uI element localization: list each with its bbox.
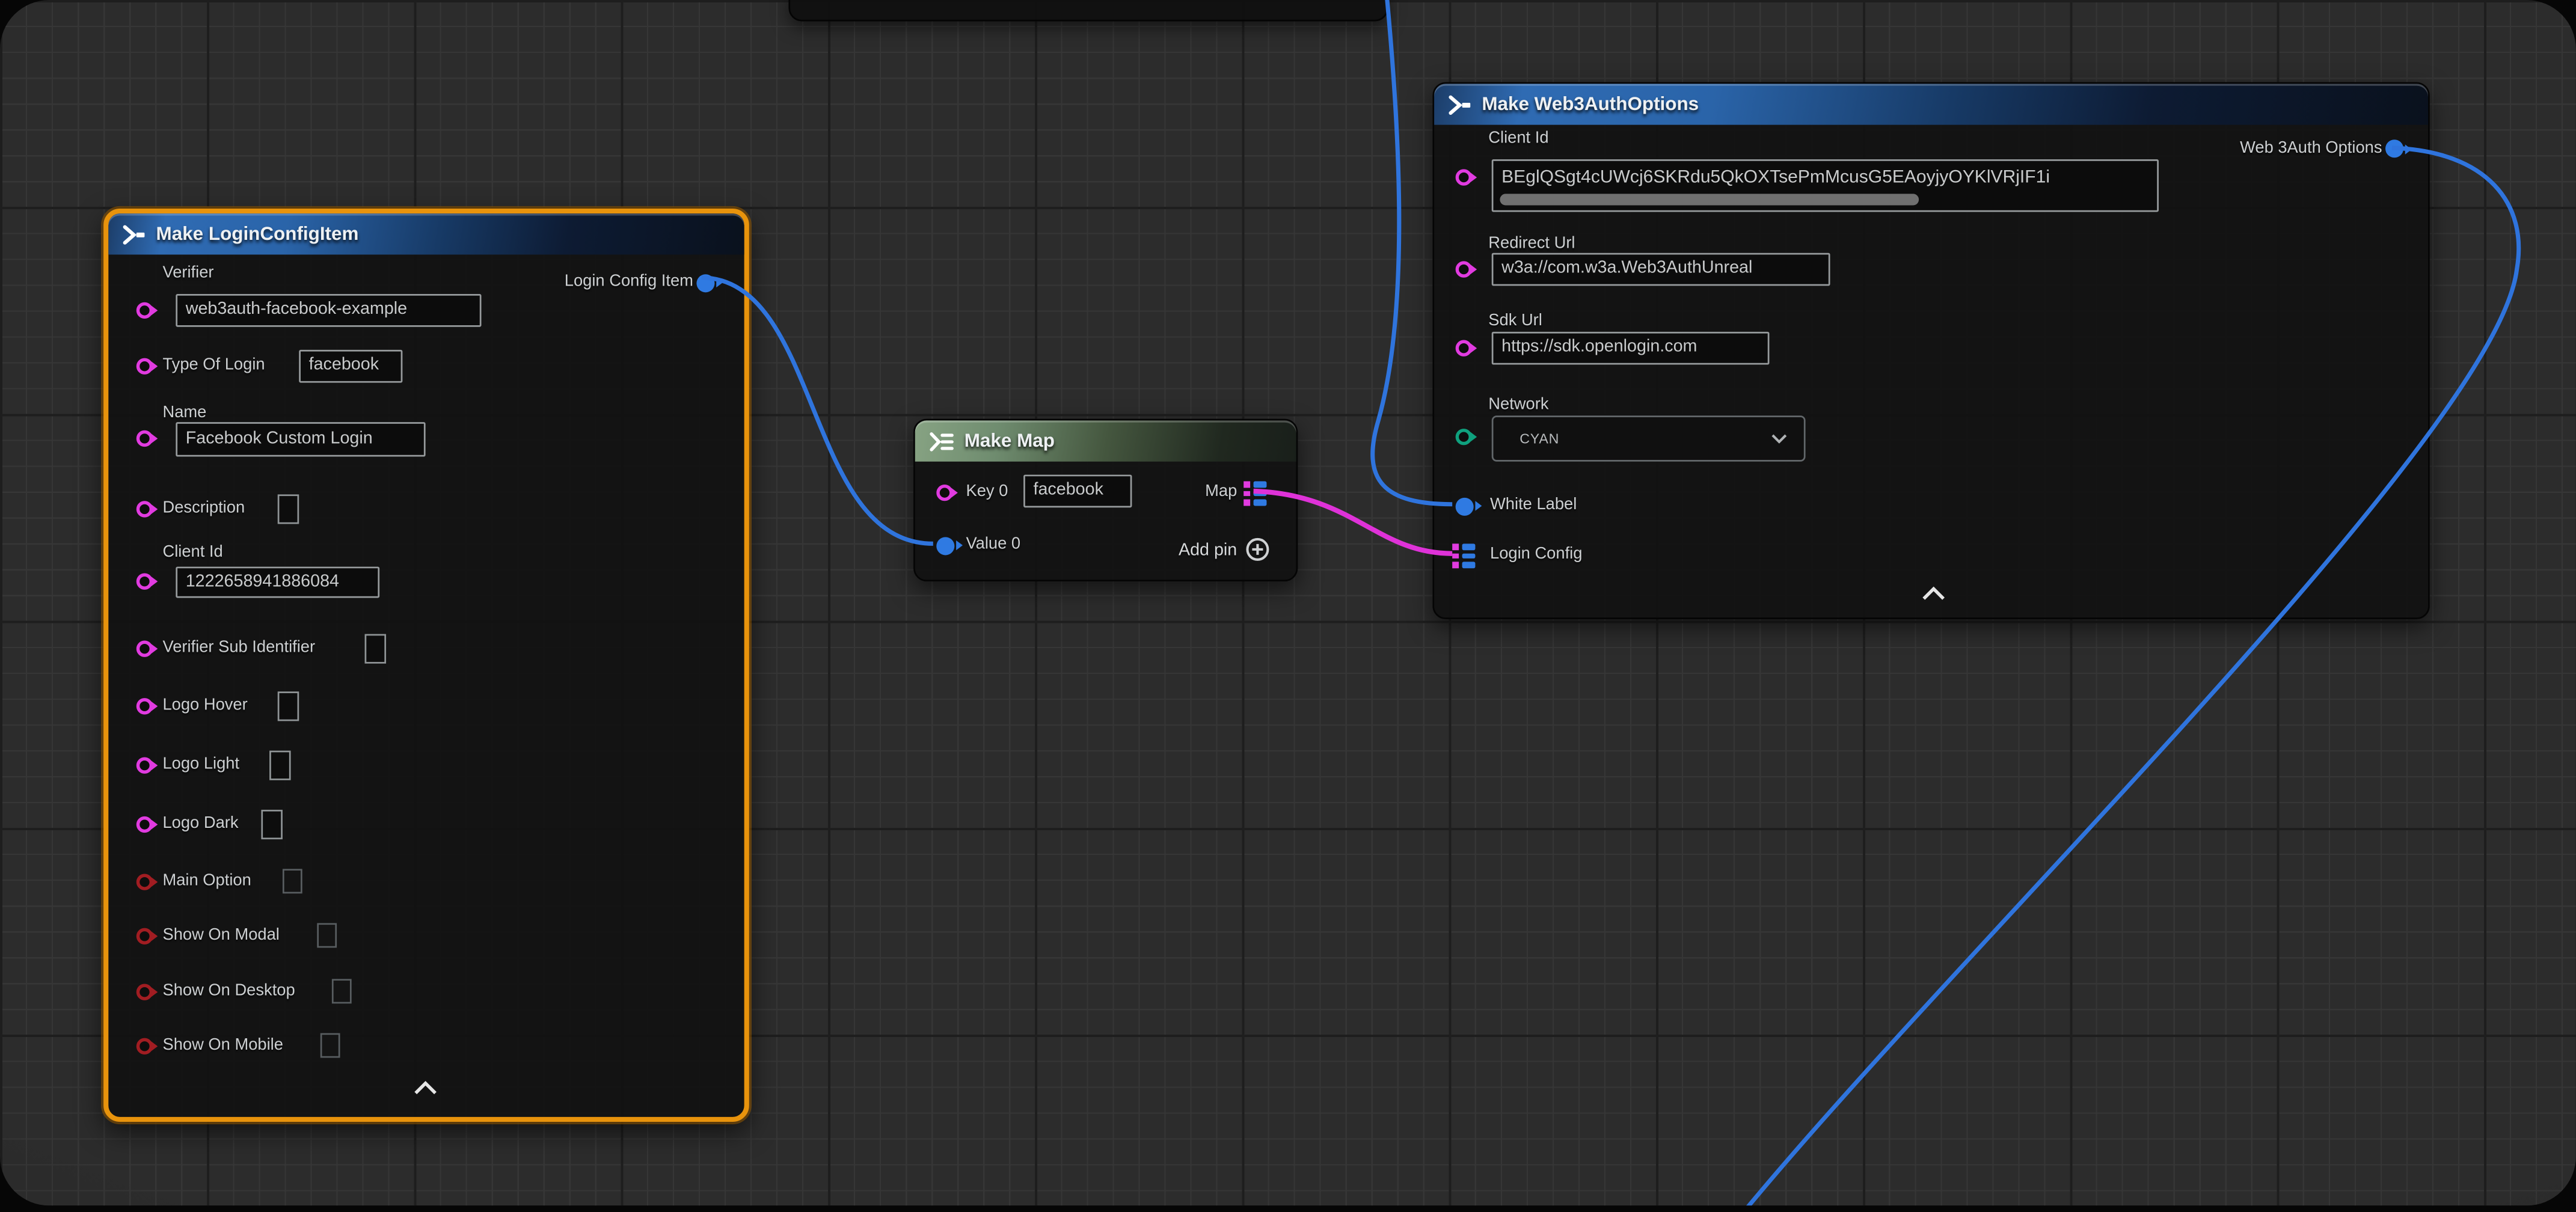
make-struct-icon xyxy=(1447,94,1472,114)
sdk-url-field[interactable]: https://sdk.openlogin.com xyxy=(1492,332,1770,365)
input-pin-show-on-desktop[interactable] xyxy=(136,984,153,1000)
client-id-scrollbar[interactable] xyxy=(1500,194,1919,205)
input-pin-logo-hover[interactable] xyxy=(136,698,153,714)
input-pin-description[interactable] xyxy=(136,501,153,517)
pin-label-logo-dark: Logo Dark xyxy=(162,815,238,834)
node-title: Make Map xyxy=(964,431,1055,451)
show-on-modal-checkbox[interactable] xyxy=(317,923,337,947)
collapse-chevron-icon[interactable] xyxy=(1921,586,1947,601)
client-id-field[interactable]: 1222658941886084 xyxy=(176,567,379,598)
collapse-chevron-icon[interactable] xyxy=(412,1081,439,1096)
make-struct-icon xyxy=(121,224,146,244)
input-pin-redirect-url[interactable] xyxy=(1456,261,1472,277)
pin-label-value-0: Value 0 xyxy=(966,536,1020,556)
add-pin-icon[interactable] xyxy=(1245,537,1270,562)
input-pin-name[interactable] xyxy=(136,430,153,447)
pin-label-logo-hover: Logo Hover xyxy=(162,696,247,716)
input-pin-type-of-login[interactable] xyxy=(136,358,153,375)
pin-label-description: Description xyxy=(162,500,245,519)
node-make-map[interactable]: Make Map Key 0 facebook Map Value 0 Add … xyxy=(913,419,1298,581)
pin-label-type-of-login: Type Of Login xyxy=(162,357,265,376)
bottom-frame-bar xyxy=(0,1205,2576,1212)
node-title: Make Web3AuthOptions xyxy=(1482,94,1699,114)
input-pin-verifier-sub-identifier[interactable] xyxy=(136,641,153,657)
pin-label-show-on-modal: Show On Modal xyxy=(162,926,279,946)
output-pin-web3auth-options[interactable] xyxy=(2385,139,2403,158)
node-header[interactable]: Make Web3AuthOptions xyxy=(1434,84,2428,124)
pin-label-white-label: White Label xyxy=(1490,496,1577,516)
input-pin-key-0[interactable] xyxy=(936,485,952,501)
pin-label-network: Network xyxy=(1488,396,1548,415)
logo-dark-field[interactable] xyxy=(261,810,283,839)
output-pin-login-config-item[interactable] xyxy=(696,274,714,292)
network-dropdown-value: CYAN xyxy=(1520,430,1559,447)
verifier-field[interactable]: web3auth-facebook-example xyxy=(176,294,481,327)
description-field[interactable] xyxy=(278,494,299,524)
pin-label-show-on-mobile: Show On Mobile xyxy=(162,1036,283,1056)
input-pin-logo-dark[interactable] xyxy=(136,816,153,833)
network-dropdown[interactable]: CYAN xyxy=(1492,415,1806,461)
pin-label-client-id: Client Id xyxy=(162,543,222,563)
node-header[interactable]: Make Map xyxy=(915,420,1296,461)
pin-label-show-on-desktop: Show On Desktop xyxy=(162,982,295,1002)
pin-label-sdk-url: Sdk Url xyxy=(1488,312,1542,332)
input-pin-value-0[interactable] xyxy=(936,536,954,554)
verifier-sub-identifier-field[interactable] xyxy=(365,634,387,664)
pin-label-verifier: Verifier xyxy=(162,265,213,284)
pin-label-main-option: Main Option xyxy=(162,872,251,892)
input-pin-network[interactable] xyxy=(1456,429,1472,445)
pin-label-redirect-url: Redirect Url xyxy=(1488,235,1575,255)
client-id-field[interactable]: BEglQSgt4cUWcj6SKRdu5QkOXTsePmMcusG5EAoy… xyxy=(1492,159,2159,212)
output-pin-label-map: Map xyxy=(1205,483,1237,503)
logo-hover-field[interactable] xyxy=(278,691,299,721)
input-pin-logo-light[interactable] xyxy=(136,757,153,773)
input-pin-show-on-modal[interactable] xyxy=(136,928,153,944)
chevron-down-icon xyxy=(1771,433,1787,443)
pin-label-key-0: Key 0 xyxy=(966,483,1008,503)
name-field[interactable]: Facebook Custom Login xyxy=(176,422,425,456)
input-pin-login-config[interactable] xyxy=(1452,543,1475,568)
input-pin-client-id[interactable] xyxy=(1456,169,1472,185)
pin-label-verifier-sub-identifier: Verifier Sub Identifier xyxy=(162,639,315,659)
pin-label-client-id: Client Id xyxy=(1488,130,1548,150)
output-pin-map[interactable] xyxy=(1244,482,1266,506)
redirect-url-field[interactable]: w3a://com.w3a.Web3AuthUnreal xyxy=(1492,253,1830,286)
pin-label-name: Name xyxy=(162,404,206,424)
input-pin-sdk-url[interactable] xyxy=(1456,340,1472,357)
make-map-icon xyxy=(928,431,955,451)
show-on-desktop-checkbox[interactable] xyxy=(332,979,352,1003)
node-header[interactable]: Make LoginConfigItem xyxy=(108,213,744,254)
logo-light-field[interactable] xyxy=(269,751,291,780)
input-pin-verifier[interactable] xyxy=(136,302,153,319)
add-pin-button[interactable]: Add pin xyxy=(1179,540,1237,560)
blueprint-graph-canvas[interactable]: Make LoginConfigItem Login Config Item V… xyxy=(0,0,2576,1205)
output-pin-label-web3auth-options: Web 3Auth Options xyxy=(2240,139,2382,159)
node-make-web3authoptions[interactable]: Make Web3AuthOptions Web 3Auth Options C… xyxy=(1432,82,2429,619)
type-of-login-field[interactable]: facebook xyxy=(299,350,402,383)
node-make-loginconfigitem[interactable]: Make LoginConfigItem Login Config Item V… xyxy=(103,209,749,1122)
input-pin-white-label[interactable] xyxy=(1455,497,1473,515)
pin-label-login-config: Login Config xyxy=(1490,545,1582,565)
partial-node-top[interactable] xyxy=(788,0,1388,22)
key-0-field[interactable]: facebook xyxy=(1023,475,1132,508)
input-pin-main-option[interactable] xyxy=(136,874,153,890)
client-id-value: BEglQSgt4cUWcj6SKRdu5QkOXTsePmMcusG5EAoy… xyxy=(1501,168,2050,188)
input-pin-show-on-mobile[interactable] xyxy=(136,1038,153,1054)
node-title: Make LoginConfigItem xyxy=(156,224,359,244)
blueprint-editor: Make LoginConfigItem Login Config Item V… xyxy=(0,0,2576,1212)
input-pin-client-id[interactable] xyxy=(136,574,153,590)
pin-label-logo-light: Logo Light xyxy=(162,756,239,776)
output-pin-label: Login Config Item xyxy=(565,273,693,293)
main-option-checkbox[interactable] xyxy=(283,869,302,893)
show-on-mobile-checkbox[interactable] xyxy=(320,1033,340,1057)
